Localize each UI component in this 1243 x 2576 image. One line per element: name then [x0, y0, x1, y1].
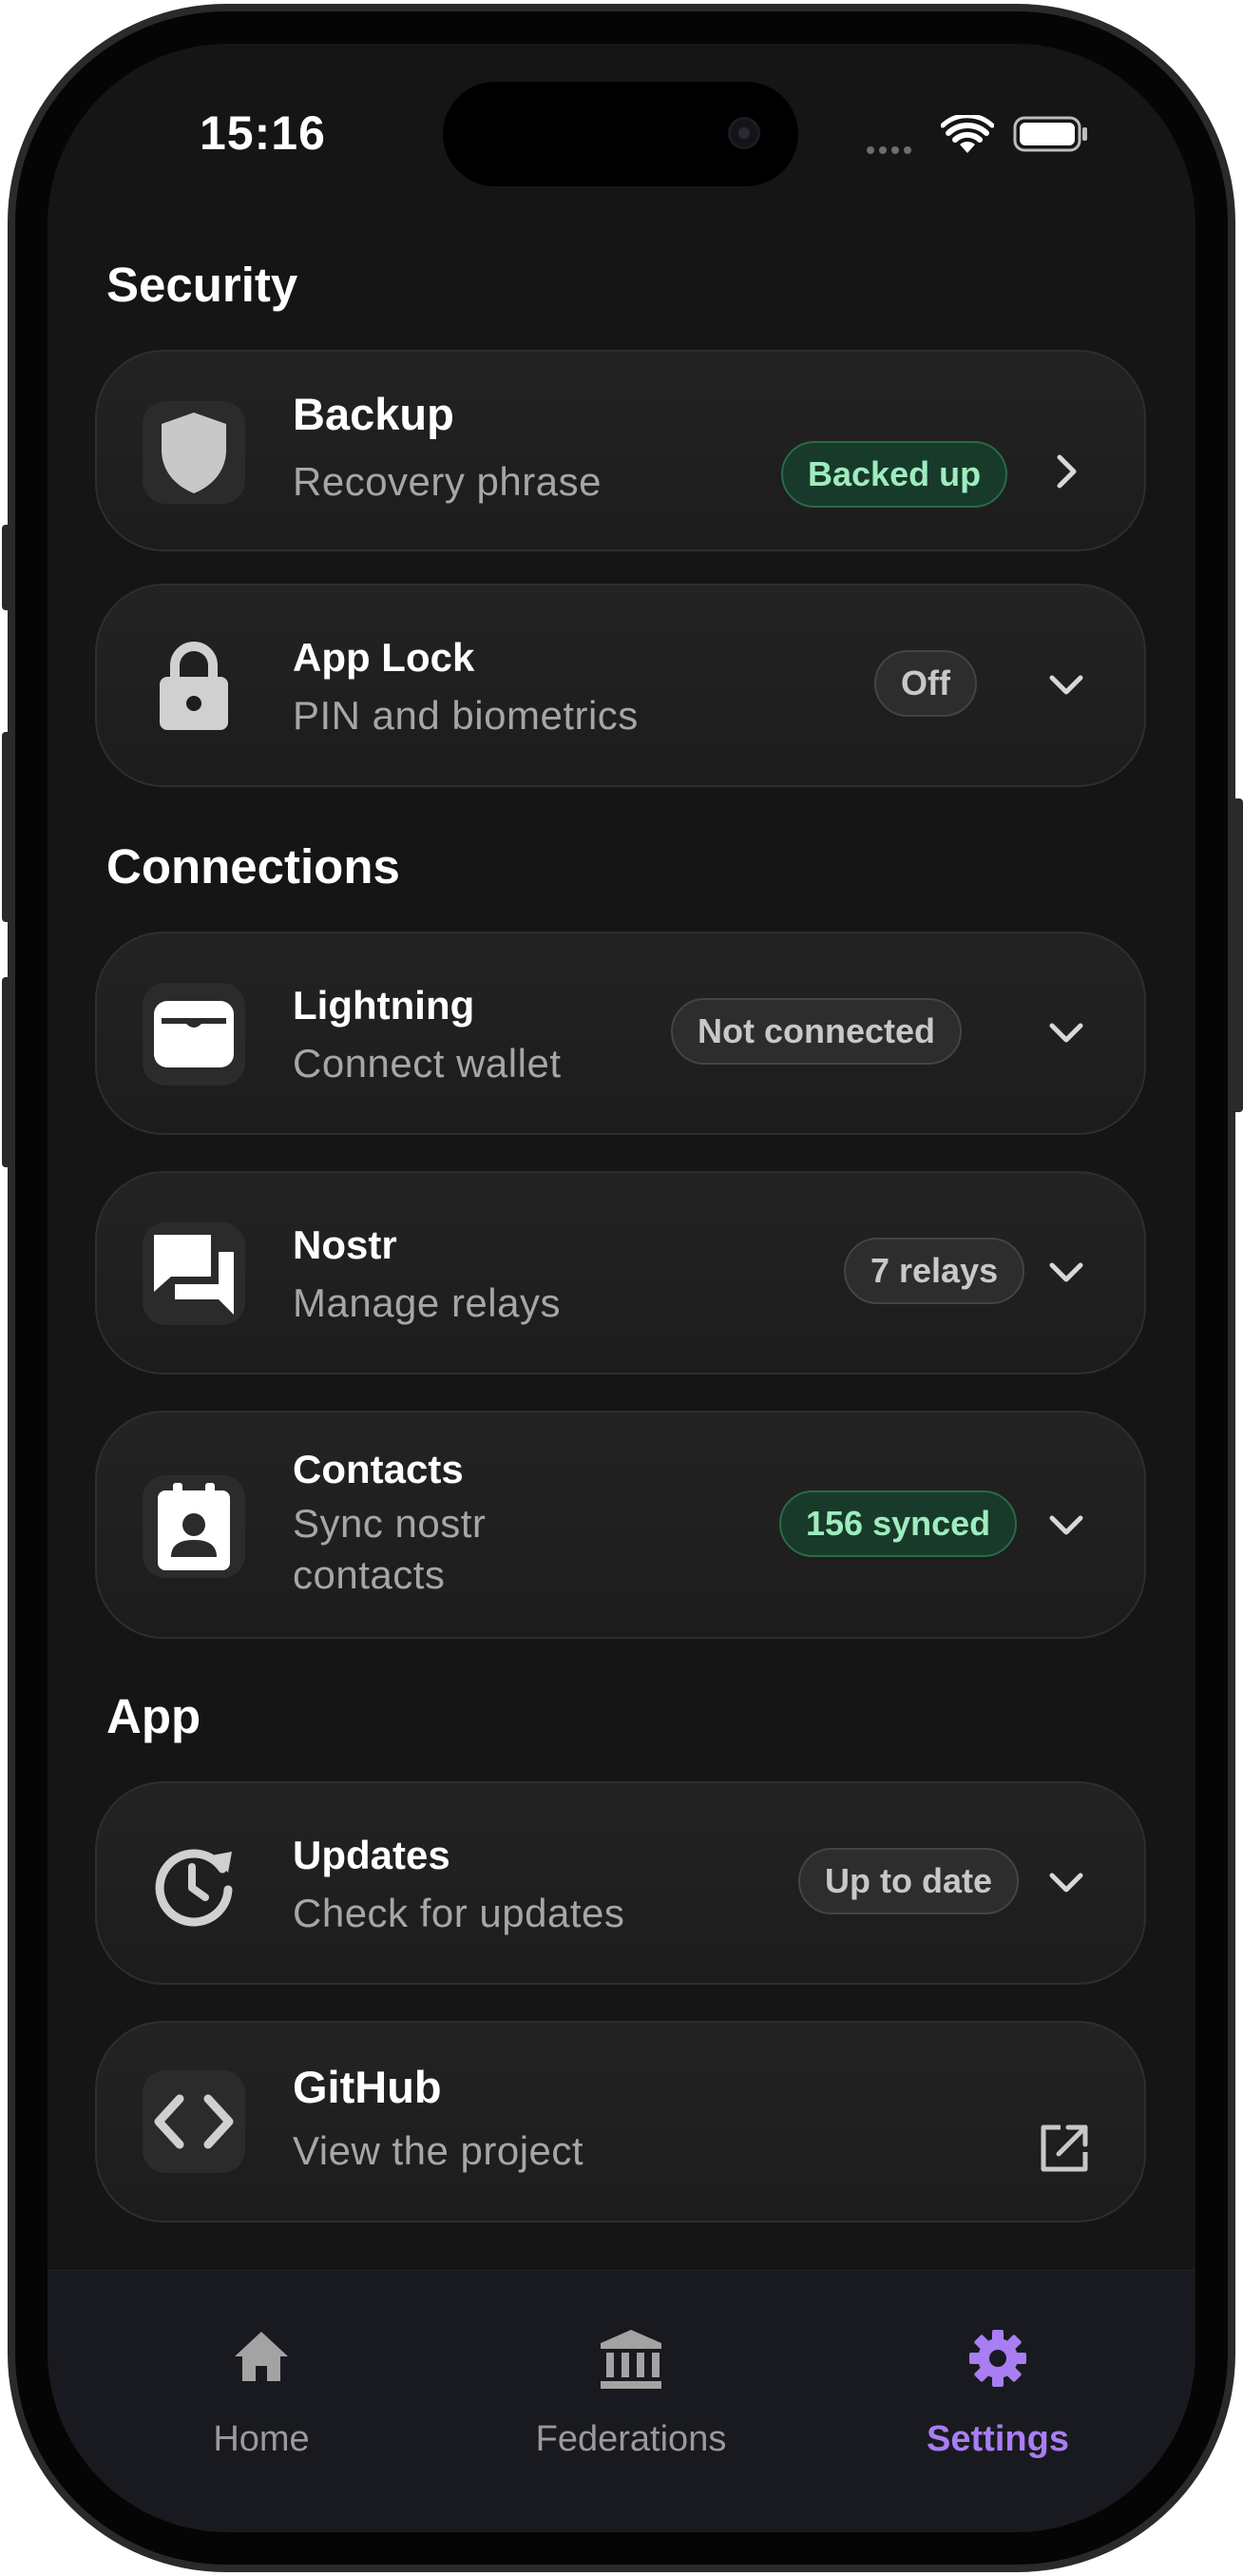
home-icon	[235, 2332, 288, 2381]
side-button-volume-down	[2, 977, 13, 1167]
backup-title: Backup	[293, 389, 454, 439]
dynamic-island	[443, 82, 798, 186]
nostr-subtitle: Manage relays	[293, 1280, 561, 1325]
chevron-down-icon[interactable]	[1047, 1506, 1085, 1544]
update-history-icon	[155, 1849, 233, 1927]
code-icon	[154, 2094, 234, 2149]
github-card[interactable]: GitHub View the project	[95, 2021, 1146, 2222]
open-external-icon[interactable]	[1038, 2122, 1091, 2175]
backup-status-badge: Backed up	[781, 441, 1008, 508]
nav-label-settings: Settings	[927, 2419, 1069, 2459]
updates-icon-box	[143, 1833, 245, 1935]
nav-tab-settings[interactable]: Settings	[884, 2271, 1112, 2489]
github-title: GitHub	[293, 2062, 442, 2112]
updates-subtitle: Check for updates	[293, 1891, 625, 1935]
bottom-navigation: Home Federations Settings	[48, 2270, 1195, 2532]
side-button-action	[2, 525, 13, 610]
github-icon-box	[143, 2070, 245, 2173]
contacts-card[interactable]: Contacts Sync nostr contacts 156 synced	[95, 1411, 1146, 1639]
app-lock-icon-box	[143, 635, 245, 738]
screen: 15:16 Security Backup Recovery phrase Ba…	[48, 44, 1195, 2532]
contacts-synced-badge: 156 synced	[779, 1490, 1018, 1557]
backup-subtitle: Recovery phrase	[293, 459, 602, 504]
bank-icon	[601, 2330, 661, 2389]
cellular-signal-icon	[867, 142, 924, 154]
status-time: 15:16	[200, 106, 326, 160]
github-subtitle: View the project	[293, 2128, 584, 2173]
nav-tab-home[interactable]: Home	[143, 2271, 380, 2489]
lightning-card[interactable]: Lightning Connect wallet Not connected	[95, 932, 1146, 1135]
section-title-connections: Connections	[106, 839, 400, 894]
front-camera-icon	[728, 117, 760, 149]
contacts-title: Contacts	[293, 1447, 464, 1491]
lightning-icon-box	[143, 983, 245, 1086]
contact-card-icon	[158, 1483, 230, 1570]
section-title-app: App	[106, 1689, 201, 1743]
app-lock-status-badge: Off	[874, 650, 977, 717]
section-title-security: Security	[106, 258, 298, 312]
wallet-icon	[154, 1001, 234, 1067]
chat-bubbles-icon	[154, 1235, 234, 1315]
side-button-volume-up	[2, 732, 13, 922]
gear-icon	[969, 2330, 1026, 2387]
lightning-status-badge: Not connected	[671, 998, 963, 1065]
nav-label-home: Home	[213, 2419, 310, 2459]
updates-card[interactable]: Updates Check for updates Up to date	[95, 1781, 1146, 1985]
updates-title: Updates	[293, 1833, 450, 1877]
nav-label-federations: Federations	[535, 2419, 727, 2459]
lightning-title: Lightning	[293, 983, 475, 1028]
chevron-down-icon[interactable]	[1047, 665, 1085, 703]
shield-icon	[162, 413, 226, 493]
app-lock-title: App Lock	[293, 635, 475, 680]
wifi-icon	[941, 115, 994, 153]
contacts-subtitle-line-2: contacts	[293, 1552, 446, 1597]
contacts-subtitle-line-1: Sync nostr	[293, 1501, 487, 1546]
backup-icon-box	[143, 401, 245, 504]
chevron-right-icon[interactable]	[1047, 452, 1085, 490]
lightning-subtitle: Connect wallet	[293, 1041, 562, 1086]
lock-icon	[160, 642, 228, 730]
nav-tab-federations[interactable]: Federations	[488, 2271, 774, 2489]
battery-icon	[1013, 116, 1087, 152]
backup-card[interactable]: Backup Recovery phrase Backed up	[95, 350, 1146, 551]
nostr-card[interactable]: Nostr Manage relays 7 relays	[95, 1171, 1146, 1375]
nostr-icon-box	[143, 1222, 245, 1325]
side-button-power	[1232, 798, 1243, 1112]
chevron-down-icon[interactable]	[1047, 1253, 1085, 1291]
chevron-down-icon[interactable]	[1047, 1013, 1085, 1051]
app-lock-subtitle: PIN and biometrics	[293, 693, 639, 738]
app-lock-card[interactable]: App Lock PIN and biometrics Off	[95, 584, 1146, 787]
chevron-down-icon[interactable]	[1047, 1863, 1085, 1901]
nostr-title: Nostr	[293, 1222, 397, 1267]
contacts-icon-box	[143, 1475, 245, 1578]
nostr-relays-badge: 7 relays	[844, 1238, 1025, 1304]
updates-status-badge: Up to date	[798, 1848, 1019, 1914]
